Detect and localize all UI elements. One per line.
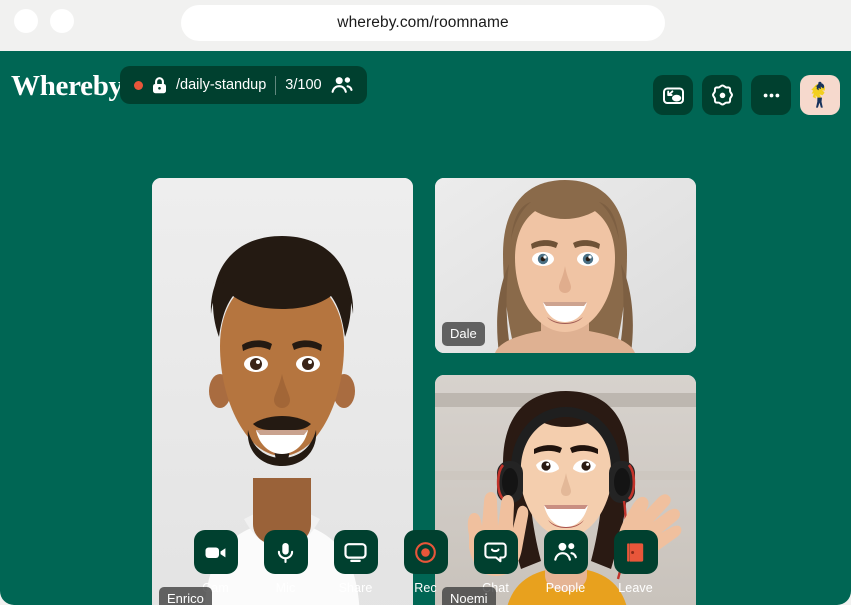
rec-button[interactable]: Rec bbox=[398, 530, 454, 595]
cam-button-target[interactable] bbox=[193, 530, 238, 574]
window-dot-2[interactable] bbox=[50, 9, 74, 33]
ellipsis-icon bbox=[763, 93, 779, 97]
window-controls bbox=[14, 9, 74, 33]
browser-chrome: whereby.com/roomname bbox=[0, 0, 851, 51]
chat-button[interactable]: Chat bbox=[468, 530, 524, 595]
screen-icon bbox=[344, 542, 367, 562]
video-grid: Enrico Dale Noemi bbox=[0, 117, 851, 605]
more-options-button[interactable] bbox=[751, 75, 791, 115]
pill-divider bbox=[275, 75, 277, 95]
people-button-label: People bbox=[545, 581, 586, 595]
people-button[interactable]: People bbox=[538, 530, 594, 595]
layout-view-button[interactable] bbox=[653, 75, 693, 115]
gear-icon bbox=[711, 84, 733, 106]
cam-button[interactable]: Cam bbox=[188, 530, 244, 595]
meeting-controls-bar: Cam Mic Share Rec Chat People Leave bbox=[0, 530, 851, 595]
chat-icon bbox=[484, 542, 507, 562]
mic-button-label: Mic bbox=[275, 581, 296, 595]
share-button-target[interactable] bbox=[333, 530, 378, 574]
share-button-label: Share bbox=[338, 581, 373, 595]
rec-button-target[interactable] bbox=[403, 530, 448, 574]
share-button[interactable]: Share bbox=[328, 530, 384, 595]
participant-name-badge: Noemi bbox=[442, 587, 496, 605]
leave-button-target[interactable] bbox=[613, 530, 658, 574]
rec-button-label: Rec bbox=[414, 581, 437, 595]
meeting-stage: Whereby /daily-standup 3/100 Enrico Dale… bbox=[0, 51, 851, 605]
mic-icon bbox=[277, 542, 294, 563]
people-icon bbox=[554, 542, 577, 561]
leave-button[interactable]: Leave bbox=[608, 530, 664, 595]
lock-icon bbox=[153, 76, 166, 93]
participant-name-badge: Enrico bbox=[159, 587, 212, 605]
video-tile-dale[interactable]: Dale bbox=[435, 178, 696, 353]
mic-button-target[interactable] bbox=[263, 530, 308, 574]
avatar-icon bbox=[811, 81, 825, 108]
mic-button[interactable]: Mic bbox=[258, 530, 314, 595]
participant-count: 3/100 bbox=[285, 77, 322, 93]
door-icon bbox=[627, 542, 644, 562]
settings-button[interactable] bbox=[702, 75, 742, 115]
window-dot-1[interactable] bbox=[14, 9, 38, 33]
layout-icon bbox=[662, 87, 684, 104]
app-topbar: Whereby /daily-standup 3/100 bbox=[0, 51, 851, 117]
url-text: whereby.com/roomname bbox=[337, 14, 509, 31]
address-bar[interactable]: whereby.com/roomname bbox=[181, 5, 665, 41]
people-button-target[interactable] bbox=[543, 530, 588, 574]
topbar-actions bbox=[653, 75, 840, 115]
leave-button-label: Leave bbox=[618, 581, 653, 595]
chat-button-target[interactable] bbox=[473, 530, 518, 574]
room-name: /daily-standup bbox=[176, 77, 267, 93]
room-info-pill[interactable]: /daily-standup 3/100 bbox=[120, 66, 367, 104]
record-icon bbox=[415, 541, 436, 563]
people-icon bbox=[331, 77, 353, 93]
whereby-app-window: whereby.com/roomname Whereby /daily-stan… bbox=[0, 0, 851, 605]
recording-indicator-dot bbox=[134, 80, 143, 90]
participant-name-badge: Dale bbox=[442, 322, 485, 346]
avatar-button[interactable] bbox=[800, 75, 840, 115]
whereby-logo[interactable]: Whereby bbox=[11, 70, 123, 103]
camera-icon bbox=[205, 547, 226, 558]
